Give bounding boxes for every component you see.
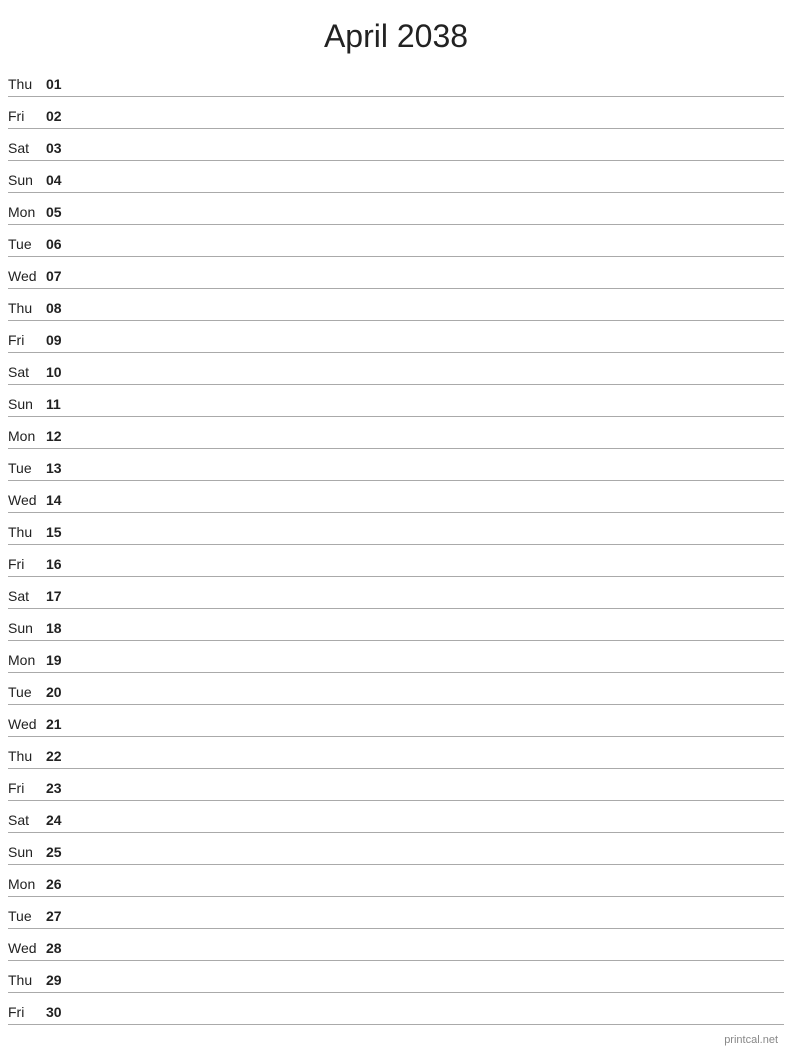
day-number: 09 xyxy=(46,332,70,352)
day-row: Sat24 xyxy=(8,801,784,833)
day-number: 02 xyxy=(46,108,70,128)
day-name: Fri xyxy=(8,1004,46,1024)
day-number: 18 xyxy=(46,620,70,640)
day-row: Fri16 xyxy=(8,545,784,577)
day-number: 23 xyxy=(46,780,70,800)
day-row: Mon19 xyxy=(8,641,784,673)
day-number: 20 xyxy=(46,684,70,704)
day-name: Mon xyxy=(8,204,46,224)
day-number: 24 xyxy=(46,812,70,832)
day-row: Thu01 xyxy=(8,65,784,97)
day-row: Mon26 xyxy=(8,865,784,897)
day-name: Thu xyxy=(8,748,46,768)
day-row: Sat10 xyxy=(8,353,784,385)
day-name: Tue xyxy=(8,908,46,928)
page-title: April 2038 xyxy=(0,0,792,65)
day-row: Wed07 xyxy=(8,257,784,289)
day-number: 04 xyxy=(46,172,70,192)
day-name: Sat xyxy=(8,812,46,832)
day-name: Tue xyxy=(8,460,46,480)
day-name: Thu xyxy=(8,300,46,320)
day-number: 06 xyxy=(46,236,70,256)
day-number: 22 xyxy=(46,748,70,768)
day-row: Thu15 xyxy=(8,513,784,545)
day-row: Wed21 xyxy=(8,705,784,737)
day-row: Sat03 xyxy=(8,129,784,161)
day-number: 17 xyxy=(46,588,70,608)
day-number: 11 xyxy=(46,396,70,416)
day-name: Fri xyxy=(8,780,46,800)
day-name: Fri xyxy=(8,556,46,576)
day-name: Wed xyxy=(8,940,46,960)
day-number: 25 xyxy=(46,844,70,864)
day-number: 08 xyxy=(46,300,70,320)
day-row: Thu08 xyxy=(8,289,784,321)
day-name: Thu xyxy=(8,524,46,544)
day-name: Sat xyxy=(8,364,46,384)
day-name: Thu xyxy=(8,972,46,992)
day-row: Tue13 xyxy=(8,449,784,481)
day-number: 10 xyxy=(46,364,70,384)
day-row: Sun18 xyxy=(8,609,784,641)
day-row: Thu22 xyxy=(8,737,784,769)
day-row: Wed28 xyxy=(8,929,784,961)
day-row: Fri30 xyxy=(8,993,784,1025)
day-number: 03 xyxy=(46,140,70,160)
day-name: Fri xyxy=(8,108,46,128)
day-row: Sun25 xyxy=(8,833,784,865)
day-name: Mon xyxy=(8,652,46,672)
calendar-list: Thu01Fri02Sat03Sun04Mon05Tue06Wed07Thu08… xyxy=(0,65,792,1025)
day-row: Tue06 xyxy=(8,225,784,257)
day-row: Thu29 xyxy=(8,961,784,993)
day-row: Sun11 xyxy=(8,385,784,417)
day-name: Sat xyxy=(8,588,46,608)
day-row: Sun04 xyxy=(8,161,784,193)
day-row: Mon05 xyxy=(8,193,784,225)
day-number: 27 xyxy=(46,908,70,928)
day-name: Fri xyxy=(8,332,46,352)
day-name: Tue xyxy=(8,684,46,704)
day-number: 13 xyxy=(46,460,70,480)
day-row: Tue27 xyxy=(8,897,784,929)
day-name: Sat xyxy=(8,140,46,160)
day-name: Mon xyxy=(8,876,46,896)
day-number: 29 xyxy=(46,972,70,992)
day-number: 19 xyxy=(46,652,70,672)
day-number: 05 xyxy=(46,204,70,224)
day-row: Tue20 xyxy=(8,673,784,705)
day-number: 07 xyxy=(46,268,70,288)
day-number: 28 xyxy=(46,940,70,960)
day-name: Sun xyxy=(8,620,46,640)
day-number: 12 xyxy=(46,428,70,448)
day-row: Sat17 xyxy=(8,577,784,609)
day-name: Thu xyxy=(8,76,46,96)
day-name: Wed xyxy=(8,268,46,288)
day-number: 26 xyxy=(46,876,70,896)
day-name: Mon xyxy=(8,428,46,448)
day-number: 14 xyxy=(46,492,70,512)
day-row: Fri23 xyxy=(8,769,784,801)
day-name: Wed xyxy=(8,716,46,736)
day-number: 01 xyxy=(46,76,70,96)
day-number: 16 xyxy=(46,556,70,576)
day-number: 30 xyxy=(46,1004,70,1024)
day-row: Fri02 xyxy=(8,97,784,129)
day-row: Mon12 xyxy=(8,417,784,449)
day-name: Wed xyxy=(8,492,46,512)
day-name: Sun xyxy=(8,172,46,192)
day-number: 21 xyxy=(46,716,70,736)
day-name: Sun xyxy=(8,396,46,416)
day-number: 15 xyxy=(46,524,70,544)
day-row: Fri09 xyxy=(8,321,784,353)
footer-text: printcal.net xyxy=(724,1034,778,1046)
day-name: Tue xyxy=(8,236,46,256)
day-row: Wed14 xyxy=(8,481,784,513)
day-name: Sun xyxy=(8,844,46,864)
